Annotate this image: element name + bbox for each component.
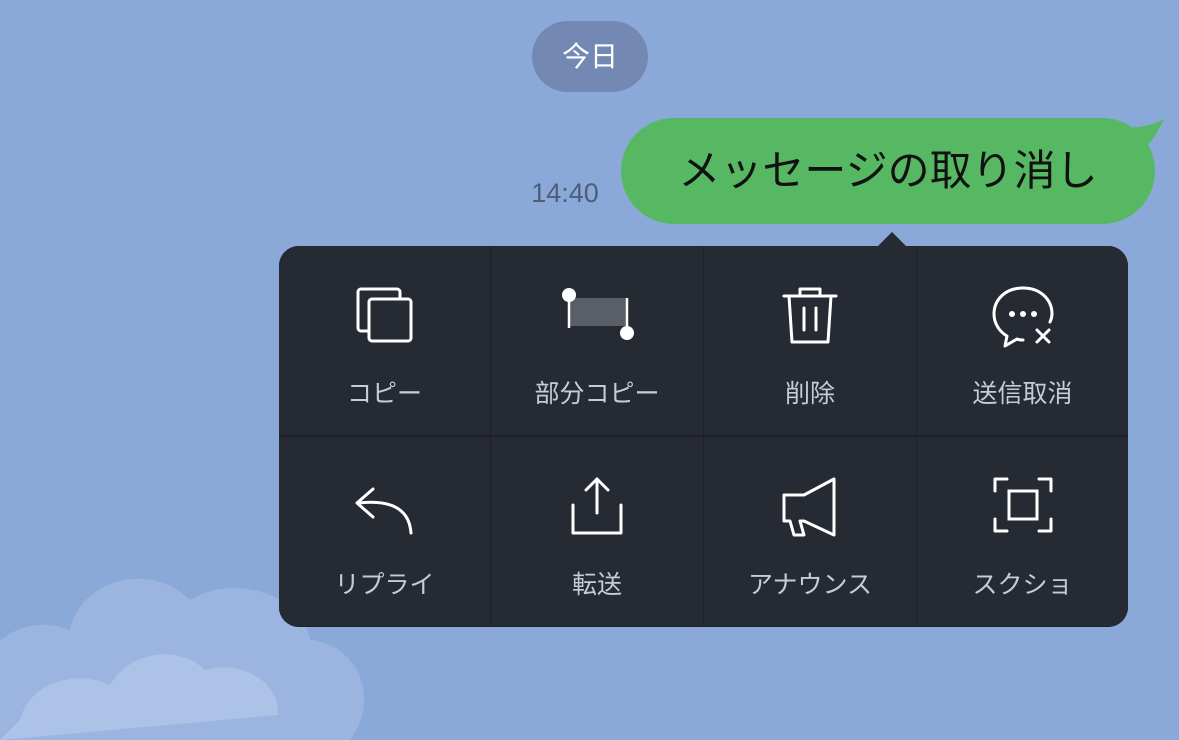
screenshot-icon [993,477,1052,533]
menu-label-unsend: 送信取消 [972,379,1073,408]
menu-label-copy: コピー [346,379,422,408]
menu-item-announce[interactable]: アナウンス [704,437,916,626]
message-timestamp: 14:40 [531,178,599,208]
date-badge: 今日 [532,21,648,92]
menu-item-delete[interactable]: 削除 [704,246,916,435]
menu-label-reply: リプライ [334,570,435,599]
reply-icon [355,487,412,535]
menu-item-copy[interactable]: コピー [279,246,490,435]
context-menu: コピー 部分コピー 削除 送信取消 リプライ 転送 アナウンス スクショ [279,246,1128,627]
menu-item-reply[interactable]: リプライ [279,437,490,626]
menu-label-partial-copy: 部分コピー [534,379,660,408]
menu-label-announce: アナウンス [747,570,872,599]
menu-label-forward: 転送 [571,570,622,599]
share-icon [571,477,623,535]
menu-item-unsend[interactable]: 送信取消 [917,246,1128,435]
partial-copy-icon [562,288,634,340]
copy-icon [356,287,412,343]
menu-label-delete: 削除 [784,379,835,408]
message-bubble[interactable]: メッセージの取り消し [621,118,1155,224]
megaphone-icon [782,477,836,537]
unsend-icon [992,286,1054,348]
menu-label-screenshot: スクショ [972,570,1073,599]
menu-item-partial-copy[interactable]: 部分コピー [491,246,703,435]
menu-item-screenshot[interactable]: スクショ [917,437,1128,626]
menu-item-forward[interactable]: 転送 [491,437,703,626]
trash-icon [782,287,838,344]
